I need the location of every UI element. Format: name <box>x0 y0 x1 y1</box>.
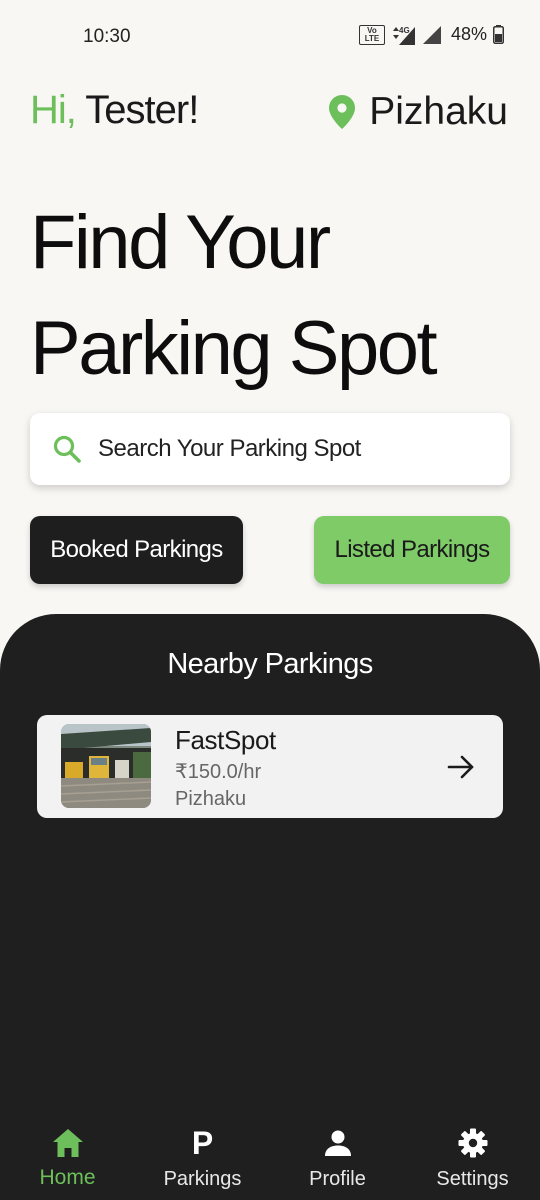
bottom-nav: Home P Parkings Profile Settings <box>0 1112 540 1200</box>
person-icon <box>321 1126 355 1160</box>
location-name: Pizhaku <box>369 90 508 133</box>
mobile-data-signal-icon: 4G <box>392 26 415 45</box>
listed-parkings-button[interactable]: Listed Parkings <box>314 516 510 584</box>
nav-item-parkings[interactable]: P Parkings <box>135 1112 270 1200</box>
parking-card[interactable]: FastSpot ₹150.0/hr Pizhaku <box>37 715 503 818</box>
nearby-title: Nearby Parkings <box>167 648 373 680</box>
search-icon <box>53 435 81 463</box>
volte-icon: Vo LTE <box>358 24 385 45</box>
title-line-1: Find Your <box>30 200 331 285</box>
arrow-right-icon[interactable] <box>447 753 475 781</box>
parking-location: Pizhaku <box>175 788 247 810</box>
greeting-name: Tester! <box>75 88 199 132</box>
booked-parkings-button[interactable]: Booked Parkings <box>30 516 243 584</box>
network-type-label: 4G <box>399 26 410 35</box>
parking-price: ₹150.0/hr <box>175 761 262 783</box>
location-selector[interactable]: Pizhaku <box>329 90 508 134</box>
listed-parkings-label: Listed Parkings <box>334 536 490 563</box>
parking-thumbnail <box>61 724 151 808</box>
nav-item-profile[interactable]: Profile <box>270 1112 405 1200</box>
signal-icon <box>422 25 441 44</box>
title-line-2: Parking Spot <box>30 306 438 391</box>
greeting-hi: Hi, <box>30 88 77 132</box>
battery-icon <box>493 25 504 44</box>
greeting: Hi, Tester! <box>30 88 199 133</box>
location-pin-icon <box>329 95 356 129</box>
booked-parkings-label: Booked Parkings <box>50 536 223 563</box>
nav-item-home[interactable]: Home <box>0 1112 135 1200</box>
nav-label-home: Home <box>39 1166 96 1189</box>
nav-label-profile: Profile <box>309 1168 366 1190</box>
volte-bottom-label: LTE <box>364 33 380 43</box>
home-icon <box>51 1126 85 1160</box>
status-time: 10:30 <box>83 26 131 47</box>
nav-item-settings[interactable]: Settings <box>405 1112 540 1200</box>
gear-icon <box>456 1126 490 1160</box>
search-input[interactable] <box>98 435 478 463</box>
parking-icon: P <box>191 1125 214 1161</box>
battery-percent: 48% <box>450 24 487 44</box>
parking-name: FastSpot <box>175 725 276 755</box>
search-bar[interactable] <box>30 413 510 485</box>
status-icons: Vo LTE 4G 48% <box>358 24 504 45</box>
nav-label-parkings: Parkings <box>163 1168 242 1190</box>
page-title: Find Your Parking Spot <box>30 190 530 402</box>
nav-label-settings: Settings <box>436 1168 509 1190</box>
status-bar: 10:30 Vo LTE 4G 48% <box>0 0 540 72</box>
